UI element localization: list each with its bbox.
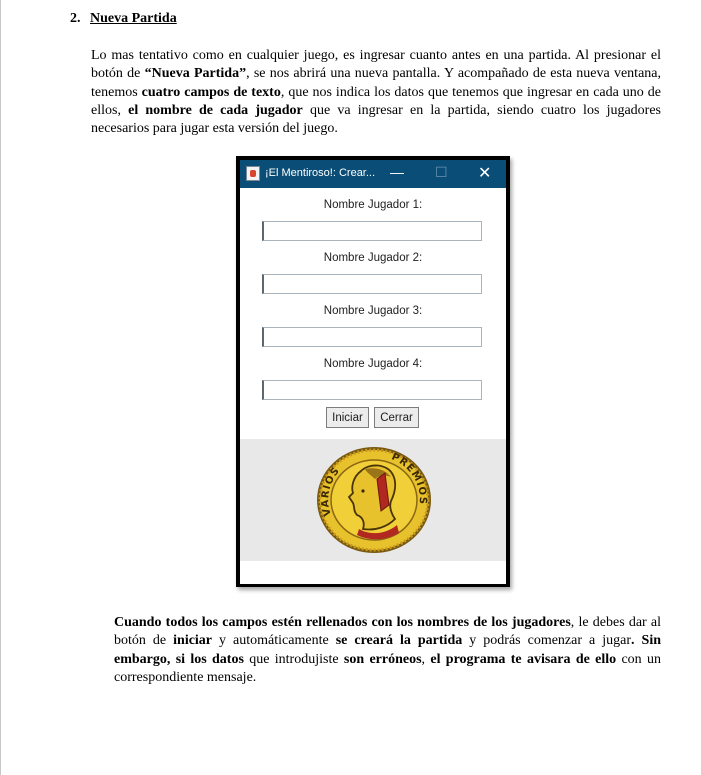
minimize-icon[interactable]: — [390, 164, 404, 180]
section-heading: 2. Nueva Partida [70, 11, 177, 27]
coin-logo-icon: VARIOS PREMIOS [317, 447, 431, 553]
create-game-window: ¡El Mentiroso!: Crear... — ☐ ✕ Nombre Ju… [240, 160, 506, 584]
player4-input[interactable] [262, 380, 482, 400]
text-run: que introdujiste [243, 651, 344, 667]
player4-label: Nombre Jugador 4: [323, 358, 423, 370]
section-number: 2. [70, 11, 81, 26]
page-left-edge [0, 0, 1, 775]
window-title: ¡El Mentiroso!: Crear... [265, 167, 376, 179]
closing-paragraph: Cuando todos los campos estén rellenados… [114, 614, 661, 687]
text-run: y automáticamente [212, 633, 336, 649]
window-titlebar[interactable]: ¡El Mentiroso!: Crear... — ☐ ✕ [240, 160, 506, 188]
bold-run: el nombre de cada jugador [128, 102, 303, 118]
text-run: y podrás comenzar a jugar [462, 633, 632, 649]
bold-run: Cuando todos los campos estén rellenados… [114, 615, 571, 630]
bold-run: iniciar [173, 633, 213, 649]
bold-run: son erróneos [343, 651, 422, 667]
player2-label: Nombre Jugador 2: [323, 252, 423, 264]
section-title: Nueva Partida [90, 11, 177, 26]
start-button[interactable]: Iniciar [326, 407, 369, 428]
bold-run: se creará la partida [335, 633, 463, 649]
player2-input[interactable] [262, 274, 482, 294]
java-app-icon [246, 166, 260, 181]
coin-image-panel: VARIOS PREMIOS [240, 439, 506, 561]
maximize-icon[interactable]: ☐ [435, 164, 448, 181]
close-button[interactable]: Cerrar [374, 407, 419, 428]
close-icon[interactable]: ✕ [478, 163, 491, 183]
player1-input[interactable] [262, 221, 482, 241]
bold-run: “Nueva Partida” [144, 66, 247, 82]
player1-label: Nombre Jugador 1: [323, 199, 423, 211]
bold-run: el programa te avisara de ello [430, 651, 617, 667]
player3-input[interactable] [262, 327, 482, 347]
player3-label: Nombre Jugador 3: [323, 305, 423, 317]
intro-paragraph: Lo mas tentativo como en cualquier juego… [91, 47, 661, 138]
bold-run: cuatro campos de texto [141, 84, 281, 100]
